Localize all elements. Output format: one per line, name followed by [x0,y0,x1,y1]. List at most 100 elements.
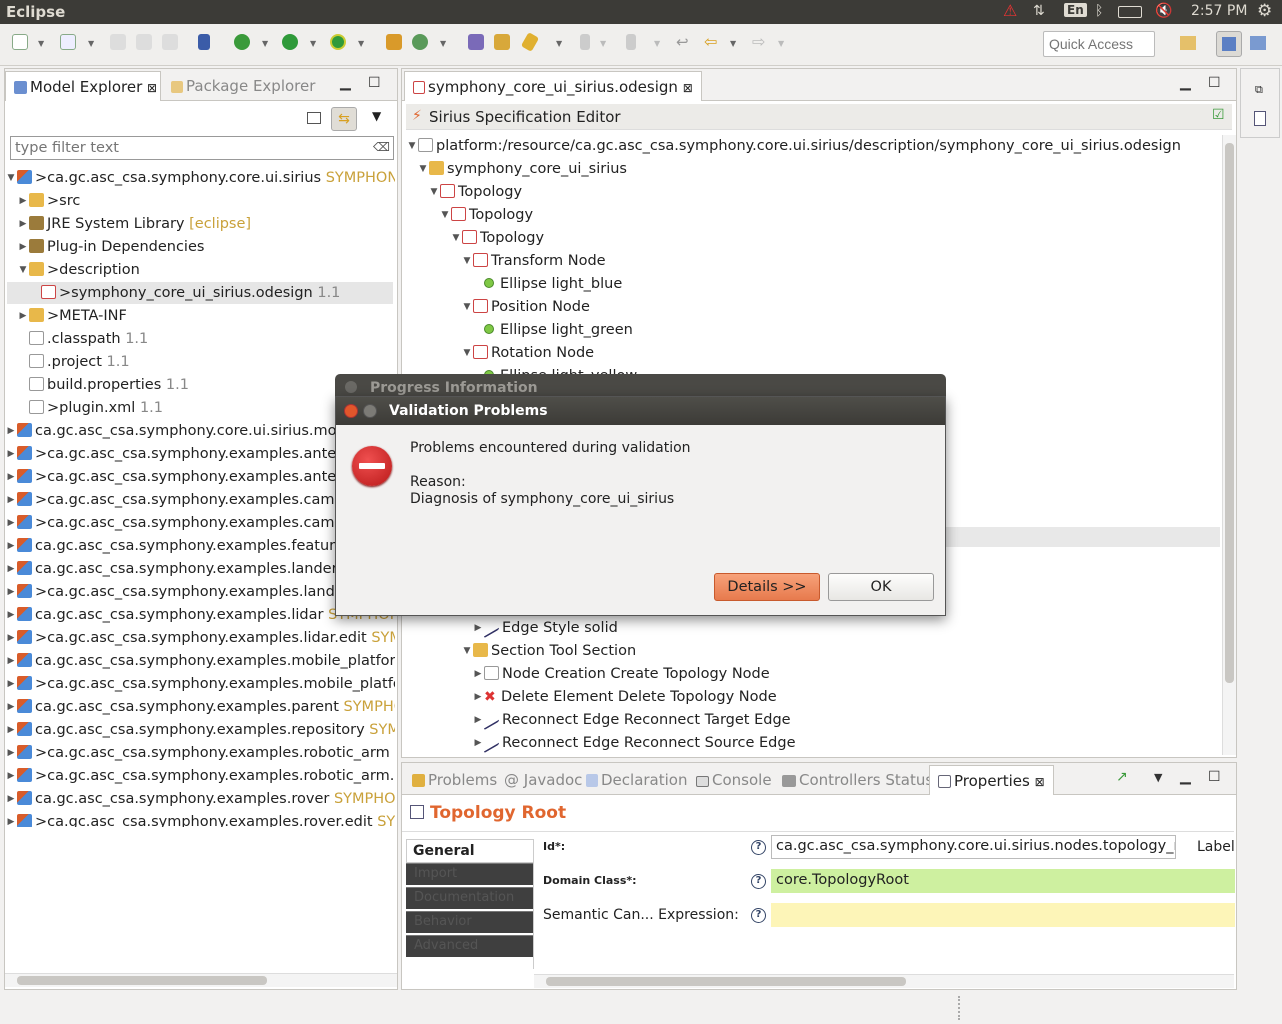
expanded-arrow-icon[interactable]: ▼ [417,158,429,180]
minimize-icon[interactable]: ▁ [1180,75,1191,91]
minimize-icon[interactable]: ▁ [340,75,351,91]
expanded-arrow-icon[interactable]: ▼ [17,259,29,281]
collapsed-arrow-icon[interactable]: ▶ [472,617,484,639]
debug-icon[interactable] [234,34,250,50]
tree-item[interactable]: ▶ >META-INF [17,305,127,327]
tree-item[interactable]: ▼ Topology [450,227,544,249]
tree-item[interactable]: ▶ >ca.gc.asc_csa.symphony.examples.lander… [5,581,362,603]
tree-item[interactable]: ▶ >ca.gc.asc_csa.symphony.examples.antenn… [5,466,363,488]
network-icon[interactable]: ⇅ [1033,3,1045,19]
tree-item[interactable]: ▶ ca.gc.asc_csa.symphony.examples.reposit… [5,719,395,741]
validate-icon[interactable]: ☑ [1212,107,1225,123]
tree-item[interactable]: ▼ >ca.gc.asc_csa.symphony.core.ui.sirius … [5,167,395,189]
clock[interactable]: 2:57 PM [1191,3,1247,19]
new-class-icon[interactable] [412,34,428,50]
open-task-icon[interactable] [494,34,510,50]
tree-item[interactable]: .classpath 1.1 [17,328,148,350]
tree-item[interactable]: ▼ Topology [428,181,522,203]
tree-item[interactable]: ▼ platform:/resource/ca.gc.asc_csa.sympho… [406,135,1181,157]
pen-icon[interactable] [520,32,540,52]
collapsed-arrow-icon[interactable]: ▶ [5,581,17,603]
link-with-editor-icon[interactable]: ⇆ [331,107,357,131]
collapsed-arrow-icon[interactable]: ▶ [472,732,484,754]
close-tab-icon[interactable]: ⊠ [683,81,693,95]
settings-gear-icon[interactable]: ⚙ [1257,1,1272,21]
collapsed-arrow-icon[interactable]: ▶ [5,696,17,718]
new-java-package-icon[interactable] [386,34,402,50]
collapsed-arrow-icon[interactable]: ▶ [5,811,17,827]
side-tab-import[interactable]: Import [406,863,534,885]
explorer-scroll-thumb[interactable] [17,976,267,985]
skip-breakpoints-icon[interactable] [198,34,210,50]
expanded-arrow-icon[interactable]: ▼ [439,204,451,226]
pin-view-icon[interactable]: ↗ [1116,769,1128,785]
tab-console[interactable]: Console [688,765,780,795]
close-tab-icon[interactable]: ⊠ [1035,775,1045,789]
tree-item[interactable]: ▼ Transform Node [461,250,606,272]
battery-icon[interactable] [1118,6,1142,18]
collapse-all-icon[interactable] [307,112,321,124]
open-type-icon[interactable] [468,34,484,50]
close-icon[interactable] [344,404,358,418]
details-button[interactable]: Details >> [714,573,820,601]
tree-item[interactable]: ▶ Node Creation Create Topology Node [472,663,770,685]
tree-item[interactable]: ▶ ca.gc.asc_csa.symphony.core.ui.sirius.m… [5,420,359,442]
collapsed-arrow-icon[interactable]: ▶ [17,213,29,235]
tree-item[interactable]: ▶ Reconnect Edge Reconnect Source Edge [472,730,796,754]
collapsed-arrow-icon[interactable]: ▶ [5,719,17,741]
id-field[interactable]: ca.gc.asc_csa.symphony.core.ui.sirius.no… [771,835,1176,859]
explorer-horizontal-scrollbar[interactable] [5,973,397,987]
expanded-arrow-icon[interactable]: ▼ [450,227,462,249]
tab-properties[interactable]: Properties ⊠ [929,765,1054,795]
collapsed-arrow-icon[interactable]: ▶ [5,420,17,442]
tree-item[interactable]: ▼ Section Tool Section [461,640,636,662]
minimize-icon[interactable]: ▁ [1180,769,1191,785]
tree-item[interactable]: ▶ >ca.gc.asc_csa.symphony.examples.camera… [5,512,363,534]
bluetooth-icon[interactable]: ᛒ [1095,3,1103,19]
collapsed-arrow-icon[interactable]: ▶ [5,604,17,626]
java-perspective-button[interactable] [1216,31,1242,57]
outline-view-icon[interactable] [1254,111,1266,126]
collapsed-arrow-icon[interactable]: ▶ [5,558,17,580]
collapsed-arrow-icon[interactable]: ▶ [5,627,17,649]
tree-item[interactable]: ▶ >ca.gc.asc_csa.symphony.examples.roboti… [5,742,395,764]
tree-item[interactable]: Ellipse light_blue [472,273,622,295]
maximize-icon[interactable]: ☐ [1208,75,1221,91]
maximize-icon[interactable]: ☐ [1208,769,1221,785]
collapsed-arrow-icon[interactable]: ▶ [5,512,17,534]
tree-item[interactable]: ▶ Reconnect Edge Reconnect Target Edge [472,707,791,731]
expanded-arrow-icon[interactable]: ▼ [461,250,473,272]
tree-item[interactable]: ▶ JRE System Library [eclipse] [17,213,251,235]
tree-item[interactable]: .project 1.1 [17,351,130,373]
properties-horizontal-scrollbar[interactable] [534,974,1234,988]
external-tools-icon[interactable] [330,34,346,50]
tree-item[interactable]: ▶ ✖ Delete Element Delete Topology Node [472,686,777,708]
collapsed-arrow-icon[interactable]: ▶ [5,466,17,488]
close-tab-icon[interactable]: ⊠ [147,81,157,95]
tab-odesign-editor[interactable]: symphony_core_ui_sirius.odesign ⊠ [404,71,702,101]
collapsed-arrow-icon[interactable]: ▶ [472,663,484,685]
expanded-arrow-icon[interactable]: ▼ [5,167,17,189]
collapsed-arrow-icon[interactable]: ▶ [17,305,29,327]
help-icon[interactable]: ? [751,840,766,855]
maximize-icon[interactable]: ☐ [368,75,381,91]
expanded-arrow-icon[interactable]: ▼ [428,181,440,203]
tree-item[interactable]: >plugin.xml 1.1 [17,397,163,419]
collapsed-arrow-icon[interactable]: ▶ [5,650,17,672]
tree-item[interactable]: ▼ Rotation Node [461,342,594,364]
tab-javadoc[interactable]: @ Javadoc [496,765,590,795]
collapsed-arrow-icon[interactable]: ▶ [5,535,17,557]
tree-item[interactable]: ▼ symphony_core_ui_sirius [417,158,627,180]
tree-item[interactable]: ▶ ca.gc.asc_csa.symphony.examples.feature… [5,535,358,557]
clear-filter-icon[interactable]: ⌫ [373,140,390,154]
editor-scroll-thumb[interactable] [1225,143,1234,683]
tab-model-explorer[interactable]: Model Explorer ⊠ [5,71,161,101]
expanded-arrow-icon[interactable]: ▼ [461,296,473,318]
expanded-arrow-icon[interactable]: ▼ [461,640,473,662]
semantic-candidates-field[interactable] [771,903,1235,927]
tree-item[interactable]: ▶ >ca.gc.asc_csa.symphony.examples.antenn… [5,443,363,465]
help-icon[interactable]: ? [751,874,766,889]
view-menu-icon[interactable]: ▼ [372,109,381,123]
collapsed-arrow-icon[interactable]: ▶ [5,673,17,695]
tab-package-explorer[interactable]: Package Explorer [163,71,323,101]
